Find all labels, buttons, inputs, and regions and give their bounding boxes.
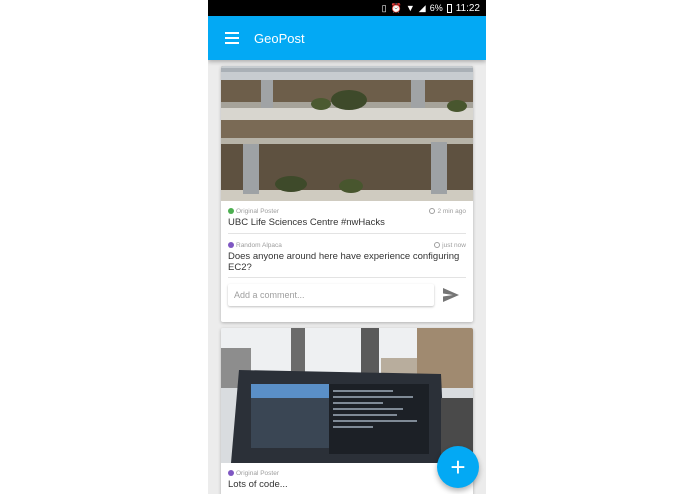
author: Random Alpaca bbox=[228, 242, 282, 249]
post-feed[interactable]: Original Poster 2 min ago UBC Life Scien… bbox=[208, 60, 486, 494]
author: Original Poster bbox=[228, 470, 279, 477]
post-text: UBC Life Sciences Centre #nwHacks bbox=[228, 217, 385, 228]
comment-meta: Random Alpaca just now bbox=[228, 239, 466, 251]
alarm-icon: ⏰ bbox=[390, 3, 402, 13]
battery-percent: 6% bbox=[429, 3, 443, 13]
hamburger-menu-icon bbox=[225, 32, 239, 44]
send-icon bbox=[443, 288, 460, 302]
clock-time: 11:22 bbox=[455, 2, 480, 14]
laptop-on-desk-photo[interactable] bbox=[221, 328, 473, 463]
vibrate-icon: ▯ bbox=[381, 3, 387, 13]
add-post-button[interactable]: + bbox=[437, 446, 479, 488]
post-card[interactable]: Original Poster 2 min ago UBC Life Scien… bbox=[221, 66, 473, 322]
atrium-balconies-photo[interactable] bbox=[221, 66, 473, 201]
post-entry: Original Poster Lots of code... bbox=[221, 463, 473, 490]
clock-icon bbox=[429, 208, 436, 214]
timestamp-text: just now bbox=[442, 241, 466, 249]
author-name: Random Alpaca bbox=[236, 241, 282, 249]
comment-input[interactable] bbox=[228, 284, 435, 306]
comment-text: Does anyone around here have experience … bbox=[228, 251, 460, 273]
divider bbox=[228, 277, 466, 278]
add-icon: + bbox=[450, 452, 466, 482]
divider bbox=[228, 233, 466, 234]
comment-row bbox=[221, 284, 473, 306]
wifi-icon: ▼ bbox=[405, 3, 415, 13]
author-color-dot bbox=[228, 208, 234, 214]
signal-icon: ◢ bbox=[418, 3, 426, 13]
comment-entry: Random Alpaca just now Does anyone aroun… bbox=[221, 239, 473, 273]
battery-icon bbox=[446, 3, 452, 13]
send-button[interactable] bbox=[436, 284, 466, 306]
post-meta: Original Poster 2 min ago bbox=[228, 205, 466, 217]
author-color-dot bbox=[228, 470, 234, 476]
status-bar: ▯ ⏰ ▼ ◢ 6% 11:22 bbox=[208, 0, 486, 16]
app-title: GeoPost bbox=[254, 30, 305, 46]
app-bar: GeoPost bbox=[208, 16, 486, 60]
post-text: Lots of code... bbox=[228, 479, 288, 490]
post-meta: Original Poster bbox=[228, 467, 466, 479]
clock-icon bbox=[434, 242, 441, 248]
author: Original Poster bbox=[228, 208, 279, 215]
post-card[interactable]: Original Poster Lots of code... bbox=[221, 328, 473, 494]
timestamp-text: 2 min ago bbox=[437, 207, 466, 215]
timestamp: just now bbox=[434, 242, 466, 249]
post-entry: Original Poster 2 min ago UBC Life Scien… bbox=[221, 201, 473, 228]
author-name: Original Poster bbox=[236, 469, 279, 477]
timestamp: 2 min ago bbox=[429, 208, 466, 215]
phone-screen: ▯ ⏰ ▼ ◢ 6% 11:22 GeoPost Original Poster… bbox=[208, 0, 486, 494]
menu-button[interactable] bbox=[208, 16, 256, 60]
author-name: Original Poster bbox=[236, 207, 279, 215]
author-color-dot bbox=[228, 242, 234, 248]
